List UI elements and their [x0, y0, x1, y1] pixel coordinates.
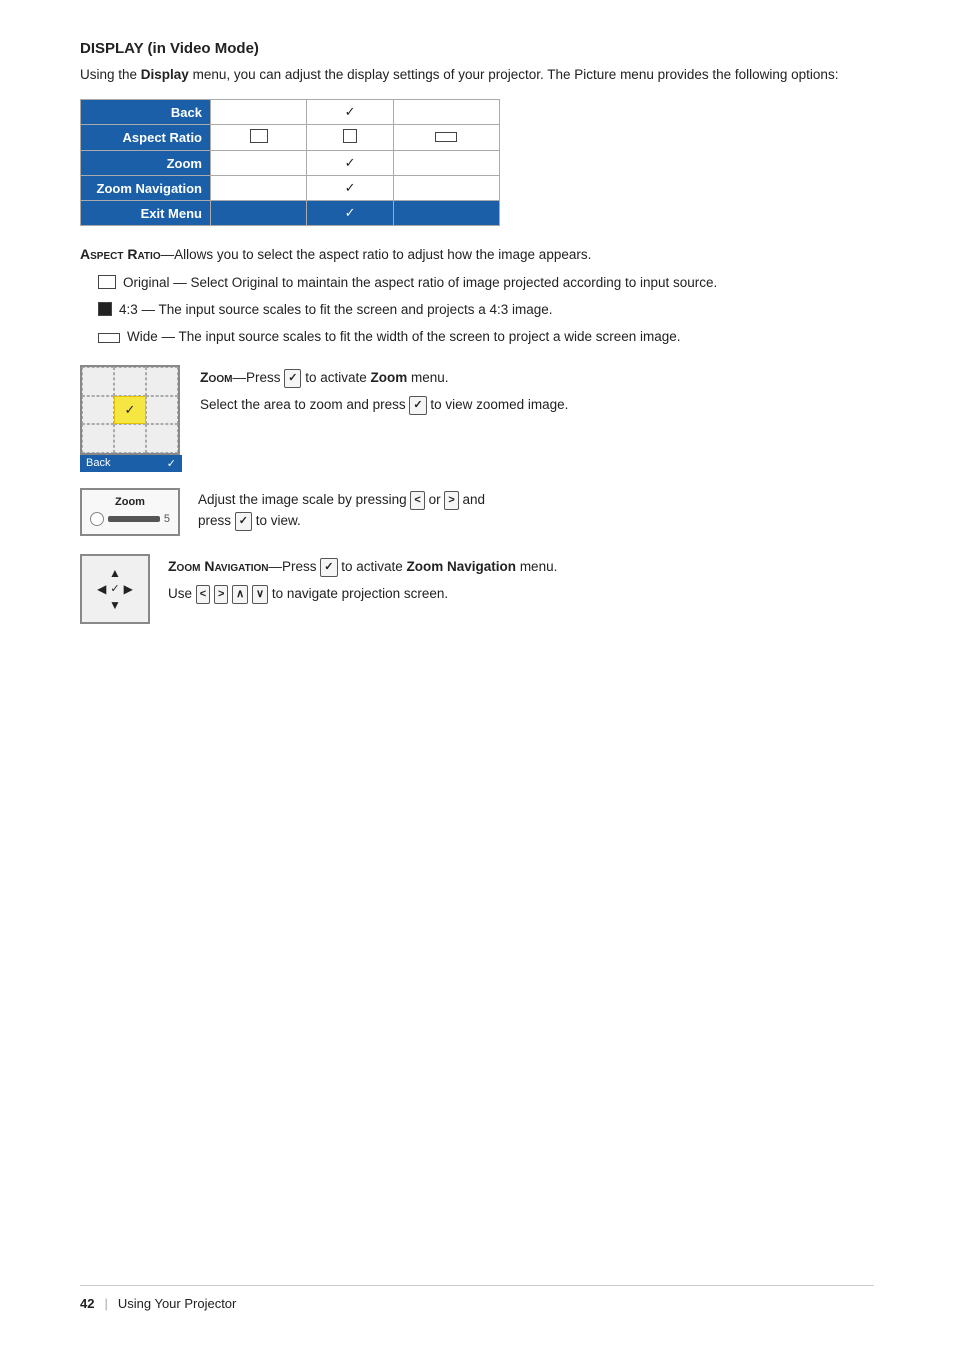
zoom-heading-para: Zoom—Press ✓ to activate Zoom menu.	[200, 367, 874, 389]
intro-text: Using the Display menu, you can adjust t…	[80, 65, 874, 85]
zoom-nav-down-row: ▼	[109, 598, 121, 612]
zoom-cell-0	[82, 367, 114, 396]
zoom-scale-bar	[108, 516, 160, 522]
zoom-scale-description: Adjust the image scale by pressing < or …	[198, 488, 874, 532]
zoom-cell-4-selected: ✓	[114, 396, 146, 425]
table-row-zoom: Zoom ✓	[81, 151, 500, 176]
zoom-nav-heading: Zoom Navigation	[168, 558, 269, 574]
znav-left-btn: <	[196, 585, 210, 604]
zoom-left-btn: <	[410, 491, 424, 510]
nav-left-arrow: ◀	[97, 582, 106, 596]
bullet-43: 4:3 — The input source scales to fit the…	[98, 299, 874, 324]
zoom-heading: Zoom	[200, 369, 232, 385]
zoom-cell-3	[82, 396, 114, 425]
znav-down-btn: ∨	[252, 585, 268, 604]
zoom-scale-number: 5	[164, 513, 170, 525]
zoom-nav-wrap: ▲ ◀ ✓ ▶ ▼	[80, 554, 150, 624]
zoom-check-btn: ✓	[284, 369, 301, 388]
zoom-nav-use-text: Use < > ∧ ∨ to navigate projection scree…	[168, 584, 874, 605]
nav-down-arrow: ▼	[109, 598, 121, 612]
zoom-nav-up-row: ▲	[109, 566, 121, 580]
table-row-exit: Exit Menu ✓	[81, 201, 500, 226]
zoom-scale-bar-row: 5	[90, 512, 170, 526]
menu-table: Back ✓ Aspect Ratio Zoom ✓ Zoom Navigati…	[80, 99, 500, 226]
nav-right-arrow: ▶	[124, 582, 133, 596]
zoom-nav-mid-row: ◀ ✓ ▶	[97, 582, 133, 596]
aspect-ratio-bullets: Original — Select Original to maintain t…	[98, 272, 874, 351]
zoom-description: Zoom—Press ✓ to activate Zoom menu. Sele…	[200, 365, 874, 416]
zoom-select-text: Select the area to zoom and press ✓ to v…	[200, 395, 874, 416]
footer-page-number: 42	[80, 1296, 94, 1311]
footer: 42 | Using Your Projector	[80, 1255, 874, 1311]
bullet-original: Original — Select Original to maintain t…	[98, 272, 874, 297]
zoom-cell-8	[146, 424, 178, 453]
zoom-scale-wrap: Zoom 5	[80, 488, 180, 536]
znav-right-btn: >	[214, 585, 228, 604]
zoom-press-view-btn: ✓	[235, 512, 252, 531]
znav-up-btn: ∧	[232, 585, 248, 604]
zoom-scale-label: Zoom	[90, 496, 170, 508]
zoom-scale-text: Adjust the image scale by pressing < or …	[198, 490, 874, 532]
zoom-nav-section: ▲ ◀ ✓ ▶ ▼ Zoom Navigation—Press ✓ to act…	[80, 554, 874, 624]
aspect-ratio-section: Aspect Ratio—Allows you to select the as…	[80, 244, 874, 351]
zoom-cell-5	[146, 396, 178, 425]
bullet-wide: Wide — The input source scales to fit th…	[98, 326, 874, 351]
bullet-icon-wide	[98, 328, 120, 351]
table-row-back: Back ✓	[81, 100, 500, 125]
zoom-scale-section: Zoom 5 Adjust the image scale by pressin…	[80, 488, 874, 536]
zoom-cell-1	[114, 367, 146, 396]
nav-check: ✓	[110, 582, 119, 595]
section-title: DISPLAY (in Video Mode)	[80, 40, 874, 57]
zoom-grid-footer: Back ✓	[80, 455, 182, 472]
zoom-right-btn: >	[444, 491, 458, 510]
zoom-cell-2	[146, 367, 178, 396]
zoom-grid: ✓	[80, 365, 180, 455]
zoom-and-text: and	[463, 492, 486, 507]
table-row-aspect: Aspect Ratio	[81, 125, 500, 151]
footer-content: 42 | Using Your Projector	[80, 1296, 874, 1311]
aspect-ratio-heading-para: Aspect Ratio—Allows you to select the as…	[80, 244, 874, 266]
bullet-icon-original	[98, 274, 116, 297]
zoom-nav-heading-para: Zoom Navigation—Press ✓ to activate Zoom…	[168, 556, 874, 578]
zoom-nav-description: Zoom Navigation—Press ✓ to activate Zoom…	[168, 554, 874, 605]
zoom-nav-check-btn: ✓	[320, 558, 337, 577]
bullet-icon-43	[98, 301, 112, 324]
zoom-scale-circle	[90, 512, 104, 526]
zoom-section: ✓ Back ✓ Zoom—Press ✓ to activate Zoom m…	[80, 365, 874, 472]
table-row-zoom-nav: Zoom Navigation ✓	[81, 176, 500, 201]
nav-up-arrow: ▲	[109, 566, 121, 580]
zoom-cell-7	[114, 424, 146, 453]
zoom-grid-wrap: ✓ Back ✓	[80, 365, 182, 472]
footer-text: Using Your Projector	[118, 1296, 237, 1311]
zoom-cell-6	[82, 424, 114, 453]
footer-separator: |	[104, 1296, 107, 1311]
zoom-view-btn: ✓	[409, 396, 426, 415]
aspect-ratio-heading: Aspect Ratio	[80, 246, 161, 262]
